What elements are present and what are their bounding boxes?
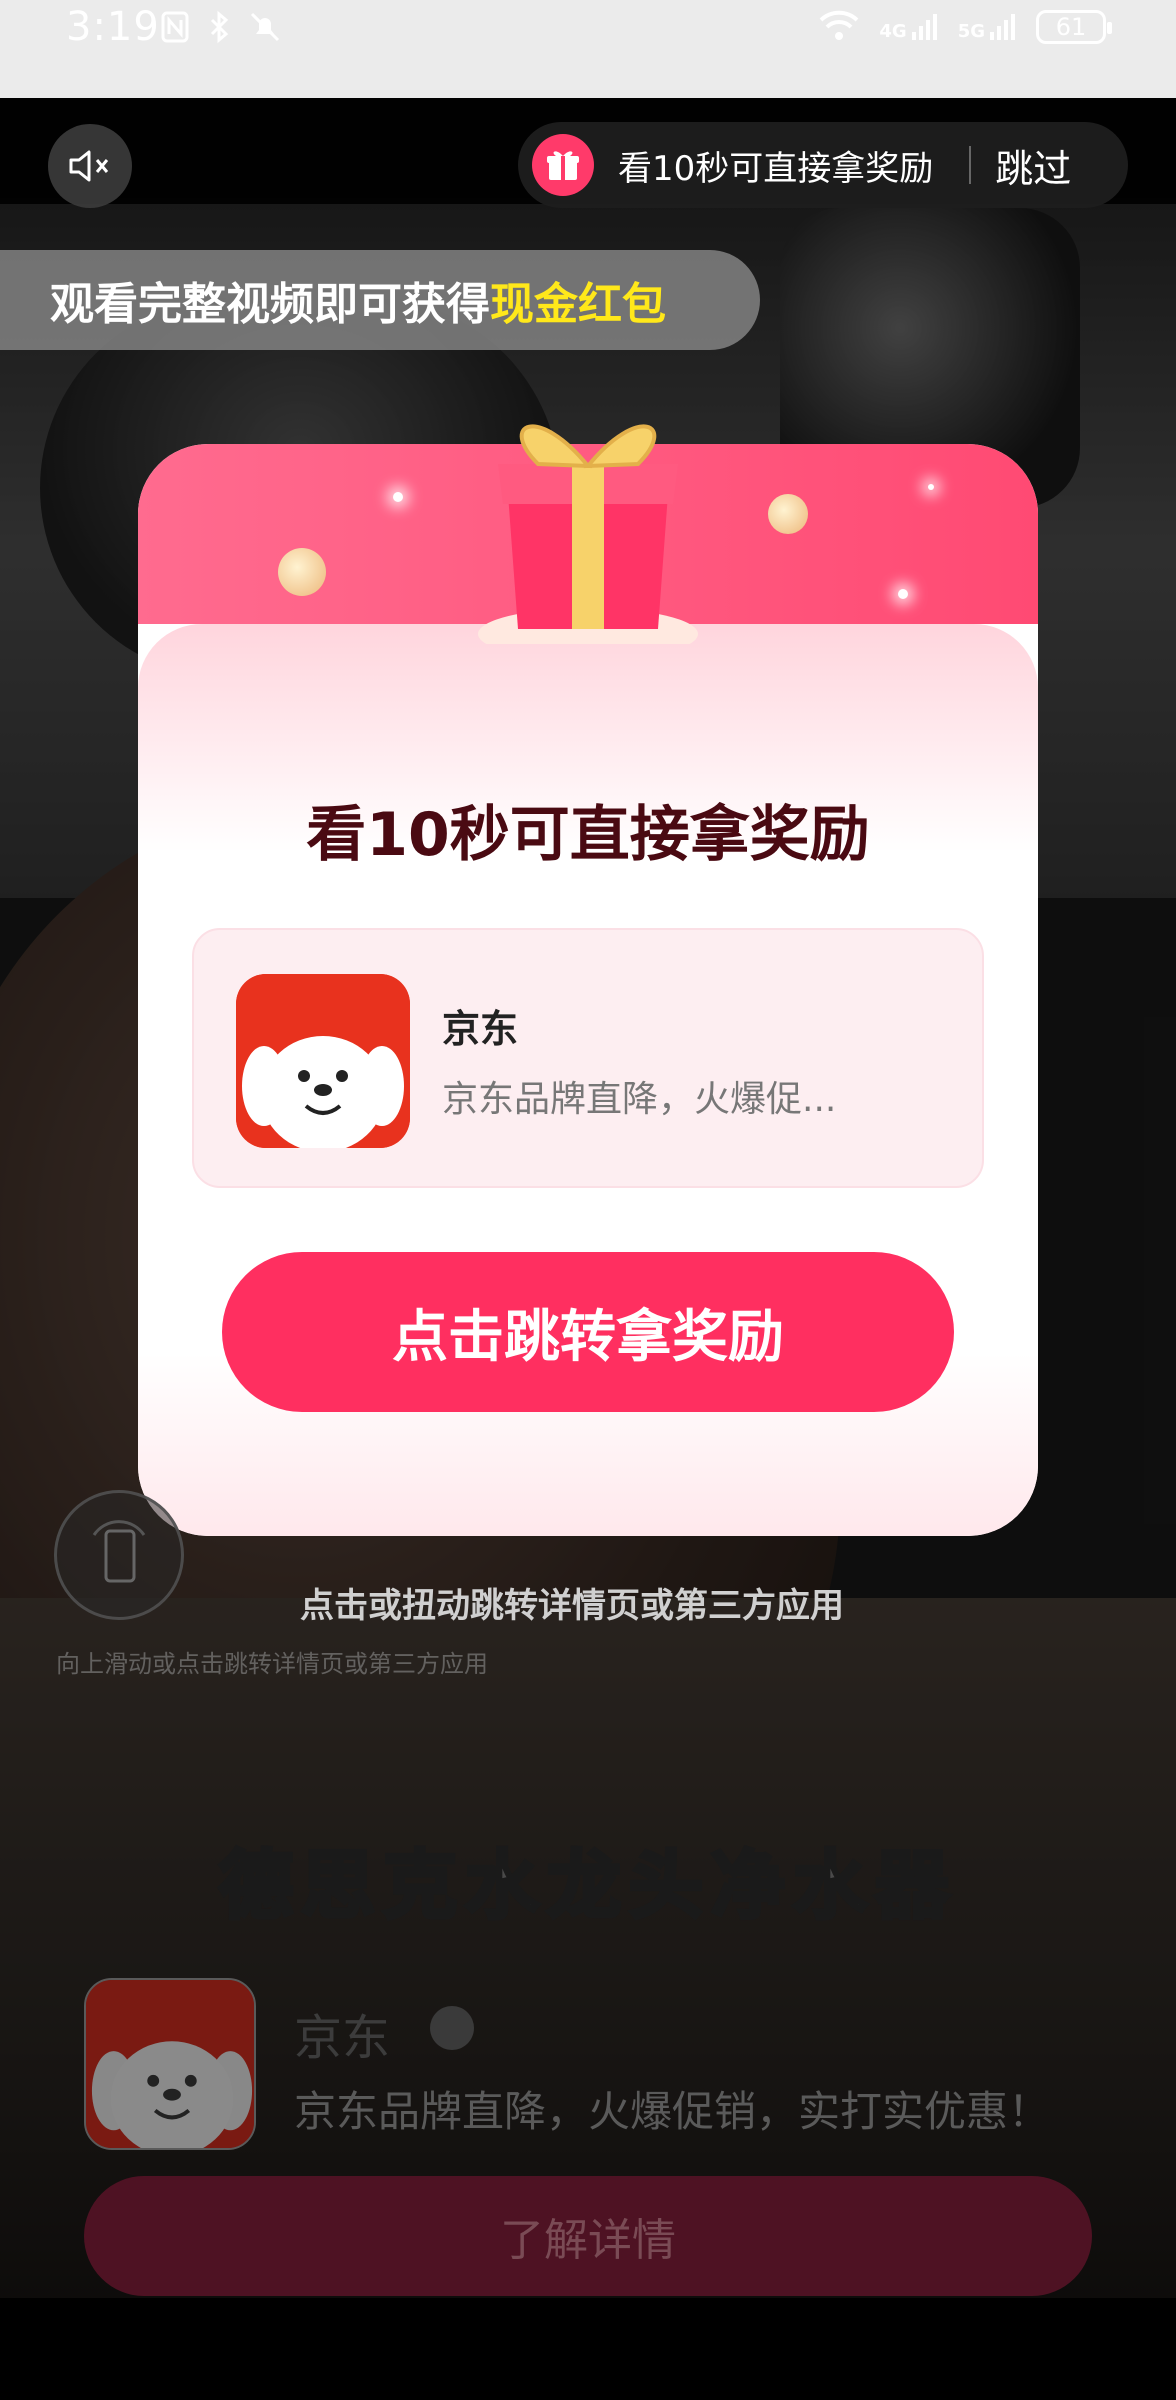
- bluetooth-icon: [204, 10, 234, 44]
- jd-app-icon: [236, 974, 410, 1148]
- reward-modal: 看10秒可直接拿奖励 京东 京东品牌直降，火爆促... 点击跳转拿奖励: [138, 424, 1038, 1536]
- swipe-hint-text: 向上滑动或点击跳转详情页或第三方应用: [56, 1650, 488, 1678]
- verified-badge-icon: [430, 2006, 474, 2050]
- signal-5g-icon: 5G: [958, 12, 1018, 42]
- twist-phone-icon: [54, 1490, 184, 1620]
- status-time: 3:19: [66, 4, 160, 50]
- speaker-muted-icon: [69, 150, 109, 182]
- footer-app-name: 京东: [294, 2010, 391, 2066]
- network-label-2: 5G: [957, 21, 985, 42]
- modal-title: 看10秒可直接拿奖励: [306, 800, 870, 870]
- learn-more-button[interactable]: 了解详情: [84, 2176, 1092, 2296]
- navigation-bar: [0, 2298, 1176, 2400]
- video-caption: 德思克水龙头净水器: [217, 1841, 957, 1931]
- app-name: 京东: [442, 1007, 519, 1051]
- sparkle-icon: [898, 589, 908, 599]
- app-card[interactable]: 京东 京东品牌直降，火爆促...: [192, 928, 984, 1188]
- gift-icon: [532, 134, 594, 196]
- wifi-icon: [817, 8, 861, 46]
- app-description: 京东品牌直降，火爆促...: [442, 1079, 837, 1120]
- mute-button[interactable]: [48, 124, 132, 208]
- gift-box-icon: [478, 424, 698, 644]
- reward-countdown-text: 看10秒可直接拿奖励: [618, 148, 934, 189]
- sparkle-icon: [928, 484, 934, 490]
- divider: [969, 146, 972, 184]
- footer-app-description: 京东品牌直降，火爆促销，实打实优惠！: [294, 2087, 1051, 2136]
- network-label-1: 4G: [879, 21, 907, 42]
- battery-indicator: 61: [1036, 10, 1112, 44]
- nfc-icon: [160, 10, 190, 44]
- reward-countdown-pill: 看10秒可直接拿奖励 跳过: [518, 122, 1128, 208]
- status-bar: 3:19 4G 5G 61: [0, 0, 1176, 98]
- status-notification-icons: [160, 10, 280, 44]
- watch-reward-banner: 观看完整视频即可获得 现金红包: [0, 250, 760, 350]
- coin-icon: [768, 494, 808, 534]
- signal-4g-icon: 4G: [879, 12, 939, 42]
- banner-prefix: 观看完整视频即可获得: [50, 279, 490, 330]
- skip-button[interactable]: 跳过: [995, 138, 1071, 193]
- banner-highlight: 现金红包: [490, 279, 666, 330]
- claim-reward-button[interactable]: 点击跳转拿奖励: [222, 1252, 954, 1412]
- status-system-icons: 4G 5G 61: [817, 8, 1112, 46]
- twist-hint-text: 点击或扭动跳转详情页或第三方应用: [300, 1586, 844, 1626]
- jd-footer-app-icon[interactable]: [84, 1978, 256, 2150]
- sparkle-icon: [393, 492, 403, 502]
- mute-bell-icon: [248, 10, 280, 44]
- coin-icon: [278, 548, 326, 596]
